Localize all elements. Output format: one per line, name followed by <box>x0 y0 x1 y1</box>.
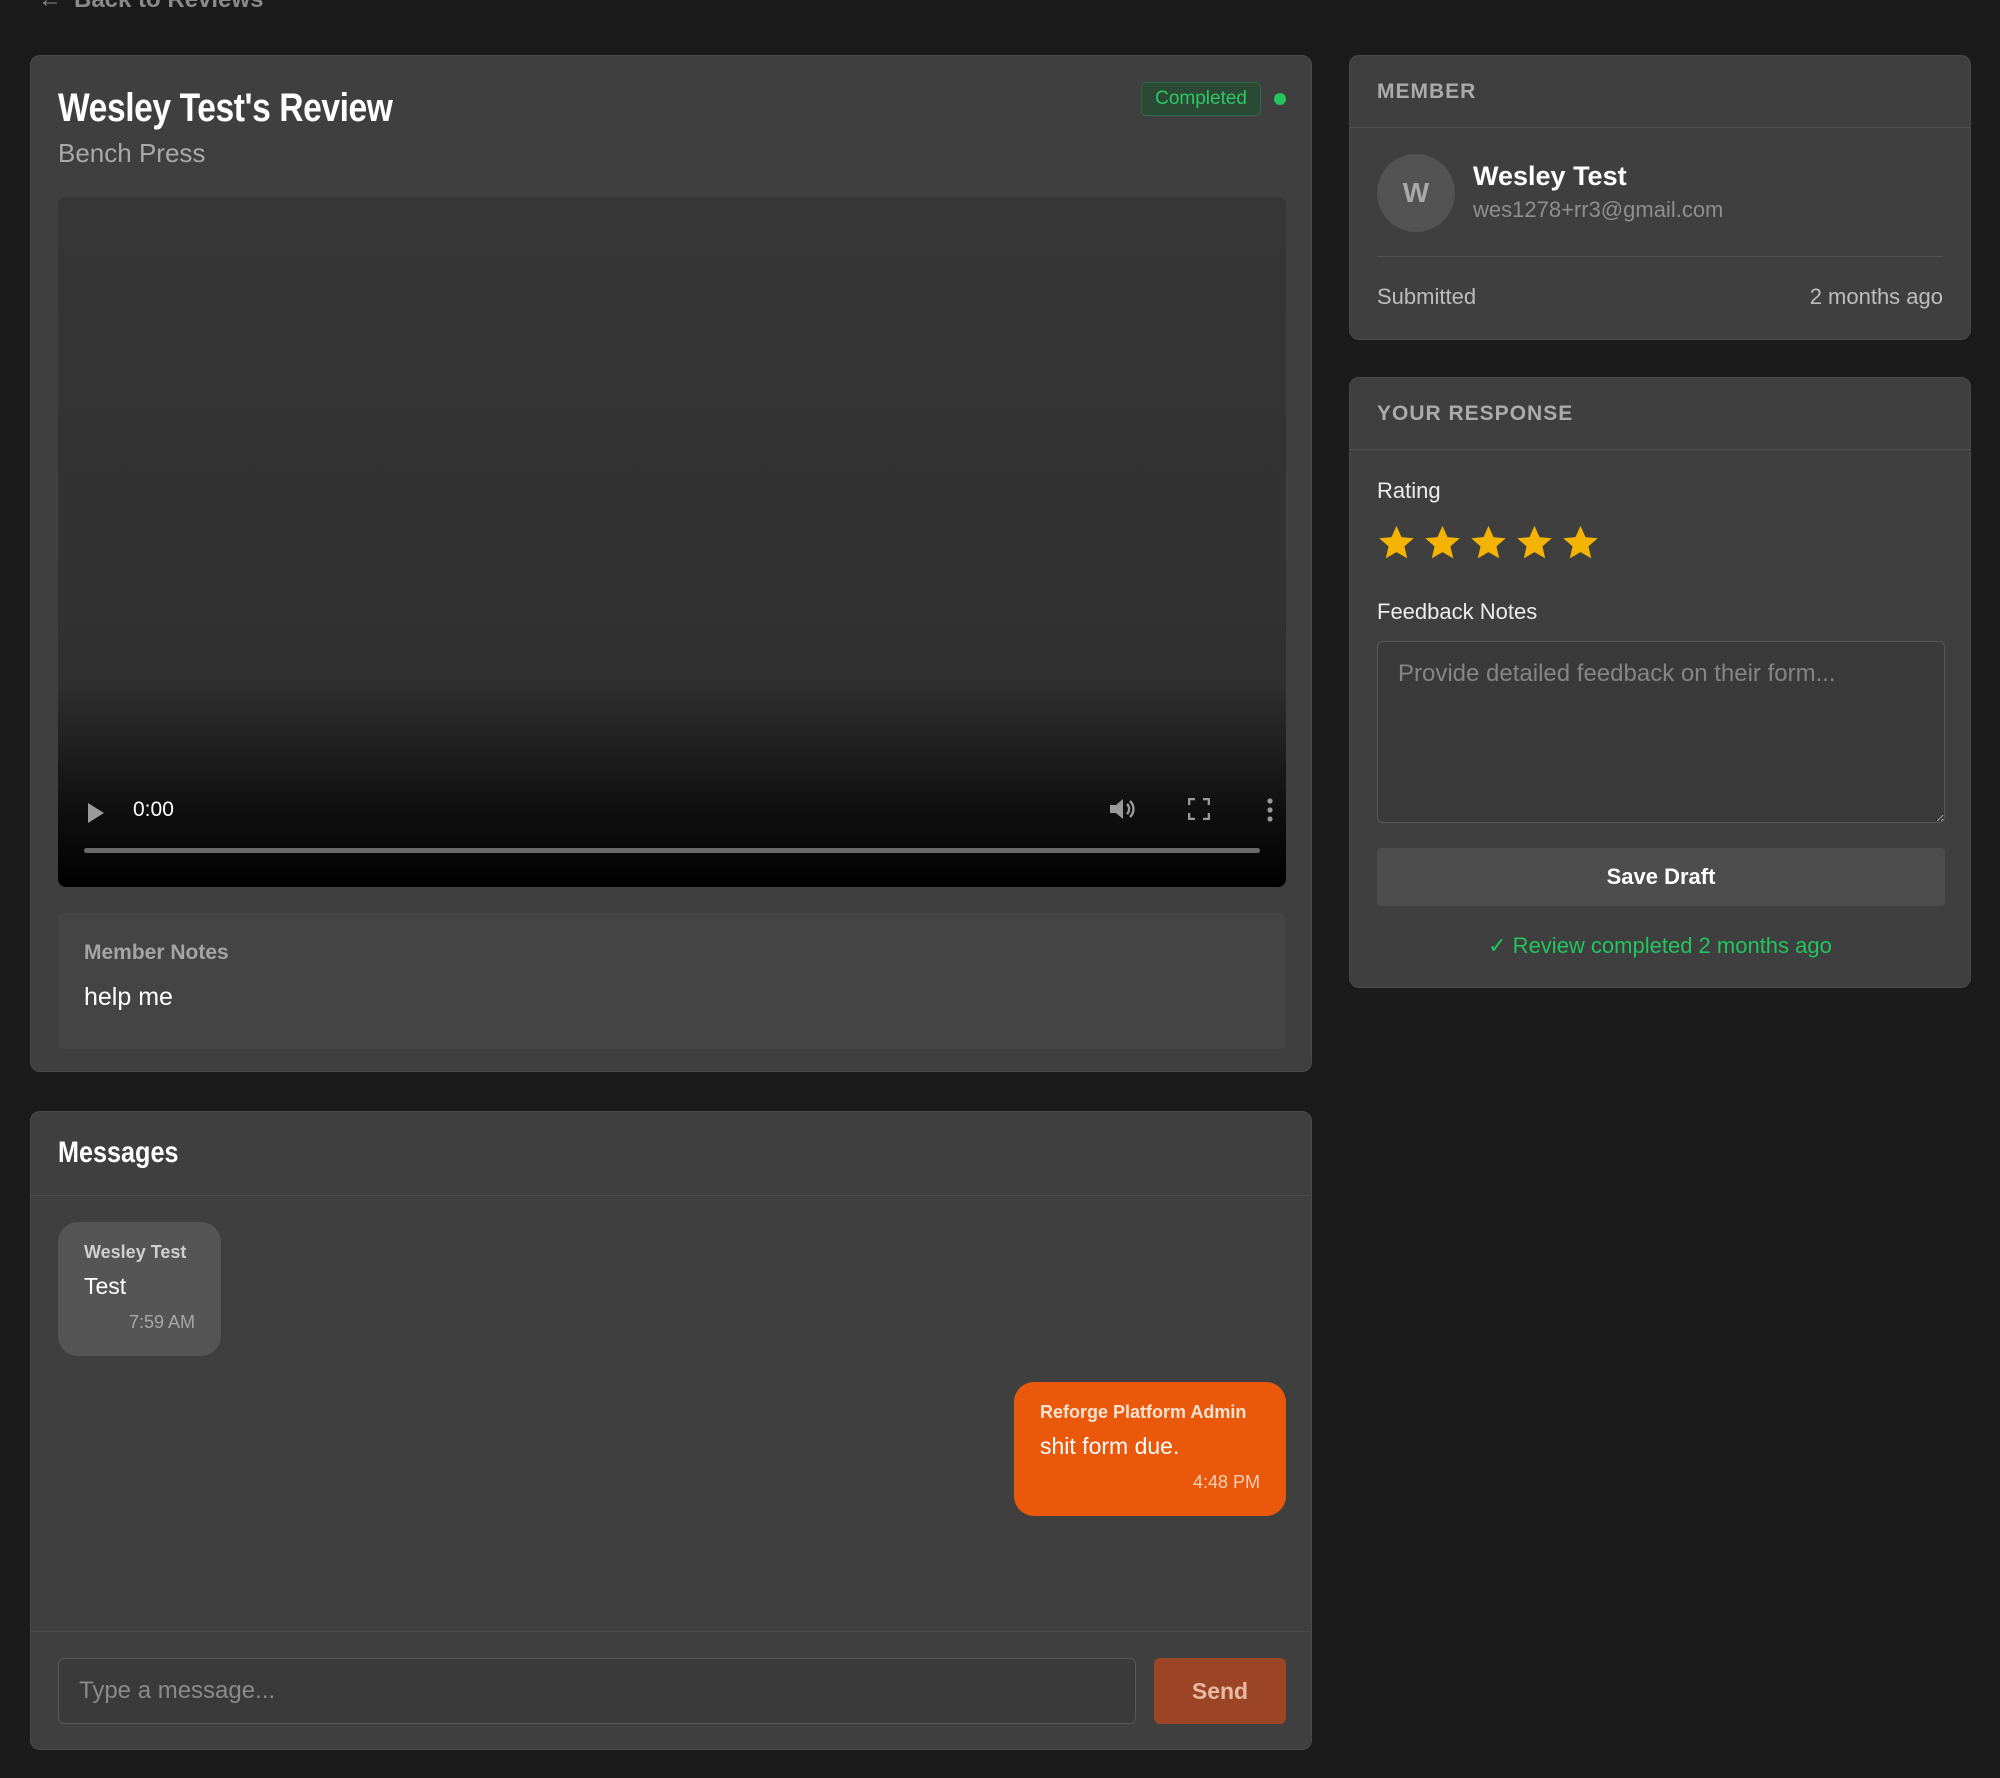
more-options-icon[interactable] <box>1266 797 1274 828</box>
member-divider <box>1377 256 1943 257</box>
exercise-name: Bench Press <box>58 138 206 168</box>
message-time: 4:48 PM <box>1192 1472 1260 1492</box>
feedback-notes-input[interactable] <box>1377 641 1945 823</box>
back-to-reviews-link[interactable]: ← Back to Reviews <box>38 0 263 14</box>
member-notes-box: Member Notes help me <box>58 913 1286 1049</box>
message-bubble-outgoing: Reforge Platform Admin shit form due. 4:… <box>1014 1382 1286 1516</box>
submitted-value: 2 months ago <box>1809 284 1943 309</box>
messages-card: Messages Wesley Test Test 7:59 AM Reforg… <box>30 1111 1312 1750</box>
member-section-title: MEMBER <box>1377 80 1477 103</box>
avatar: W <box>1377 154 1455 232</box>
star-icon[interactable] <box>1377 523 1416 562</box>
member-name: Wesley Test <box>1473 161 1627 191</box>
back-link-label: Back to Reviews <box>74 0 263 14</box>
message-text: shit form due. <box>1040 1433 1180 1459</box>
message-sender: Wesley Test <box>84 1242 187 1262</box>
star-icon[interactable] <box>1423 523 1462 562</box>
star-icon[interactable] <box>1469 523 1508 562</box>
review-completed-status: ✓ Review completed 2 months ago <box>1488 933 1832 958</box>
star-icon[interactable] <box>1515 523 1554 562</box>
send-button[interactable]: Send <box>1154 1658 1286 1724</box>
response-section-title: YOUR RESPONSE <box>1377 402 1574 425</box>
member-notes-text: help me <box>84 983 173 1011</box>
video-progress-bar[interactable] <box>84 848 1260 853</box>
star-rating[interactable] <box>1377 523 1600 562</box>
play-icon[interactable] <box>88 803 104 823</box>
volume-icon[interactable] <box>1108 796 1136 827</box>
video-time: 0:00 <box>133 798 174 821</box>
page-title: Wesley Test's Review <box>58 86 393 130</box>
fullscreen-icon[interactable] <box>1187 797 1211 825</box>
video-player[interactable]: 0:00 <box>58 197 1286 887</box>
status-badge: Completed <box>1141 82 1261 116</box>
rating-label: Rating <box>1377 478 1441 503</box>
review-card: Wesley Test's Review Bench Press Complet… <box>30 55 1312 1072</box>
message-input[interactable] <box>58 1658 1136 1724</box>
messages-header-divider <box>31 1195 1311 1196</box>
member-header: MEMBER <box>1350 56 1970 128</box>
composer-divider <box>31 1631 1311 1632</box>
member-card: MEMBER W Wesley Test wes1278+rr3@gmail.c… <box>1349 55 1971 340</box>
star-icon[interactable] <box>1561 523 1600 562</box>
save-draft-button[interactable]: Save Draft <box>1377 848 1945 906</box>
message-time: 7:59 AM <box>128 1312 195 1332</box>
arrow-left-icon: ← <box>38 0 62 14</box>
message-text: Test <box>84 1273 127 1299</box>
messages-title: Messages <box>58 1136 179 1169</box>
response-header: YOUR RESPONSE <box>1350 378 1970 450</box>
message-bubble-incoming: Wesley Test Test 7:59 AM <box>58 1222 221 1356</box>
member-email: wes1278+rr3@gmail.com <box>1473 197 1724 222</box>
feedback-label: Feedback Notes <box>1377 599 1538 624</box>
submitted-label: Submitted <box>1377 284 1477 309</box>
member-notes-label: Member Notes <box>84 941 229 964</box>
message-sender: Reforge Platform Admin <box>1040 1402 1247 1422</box>
status-dot-icon <box>1274 93 1286 105</box>
response-card: YOUR RESPONSE Rating Feedback Notes Save… <box>1349 377 1971 988</box>
